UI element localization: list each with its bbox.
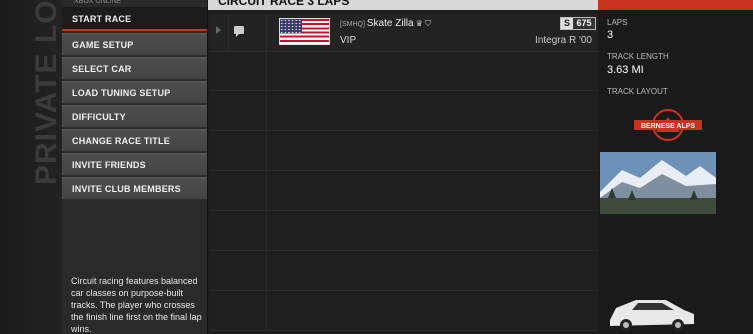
empty-slot	[210, 293, 598, 331]
player-list: [SMHQ] Skate Zilla ♛ ⛉ VIP S 675 Integra R…	[210, 14, 598, 334]
car-image	[610, 300, 694, 331]
lobby-menu: XBOX ONLINE START RACE GAME SETUP SELECT…	[62, 0, 208, 334]
club-tag: [SMHQ]	[340, 21, 365, 28]
chat-icon[interactable]	[234, 26, 244, 37]
track-photo	[600, 152, 716, 214]
empty-slot	[210, 53, 598, 91]
menu-game-setup[interactable]: GAME SETUP	[62, 33, 207, 55]
player-name: [SMHQ] Skate Zilla ♛ ⛉	[340, 18, 431, 29]
side-title-panel: PRIVATE LOBBY	[0, 0, 62, 334]
menu-invite-friends[interactable]: INVITE FRIENDS	[62, 153, 207, 175]
track-layout-label: TRACK LAYOUT	[607, 87, 668, 96]
track-length-label: TRACK LENGTH	[607, 52, 669, 61]
empty-slot	[210, 133, 598, 171]
breadcrumb: XBOX ONLINE	[74, 0, 122, 5]
menu-load-tuning-setup[interactable]: LOAD TUNING SETUP	[62, 81, 207, 103]
car-pi: 675	[573, 18, 595, 29]
car-class: S	[561, 18, 573, 29]
menu-difficulty[interactable]: DIFFICULTY	[62, 105, 207, 127]
empty-slot	[210, 213, 598, 251]
menu-change-race-title[interactable]: CHANGE RACE TITLE	[62, 129, 207, 151]
empty-slot	[210, 93, 598, 131]
empty-slot	[210, 173, 598, 211]
menu-start-race[interactable]: START RACE	[62, 7, 207, 31]
track-length-value: 3.63 MI	[607, 64, 644, 76]
menu-invite-club-members[interactable]: INVITE CLUB MEMBERS	[62, 177, 207, 199]
empty-slot	[210, 253, 598, 291]
crown-icon: ♛ ⛉	[415, 19, 431, 28]
laps-label: LAPS	[607, 18, 628, 27]
race-header: CIRCUIT RACE 3 LAPS	[208, 0, 598, 10]
mode-description: Circuit racing features balanced car cla…	[71, 276, 202, 334]
us-flag-icon	[279, 18, 330, 45]
gamertag: Skate Zilla	[366, 18, 414, 29]
track-logo-icon: BERNESE ALPS	[634, 109, 702, 141]
side-title: PRIVATE LOBBY	[30, 0, 62, 185]
track-logo-text: BERNESE ALPS	[641, 123, 696, 130]
pi-badge: S 675	[560, 17, 596, 30]
header-accent-bar	[598, 0, 753, 10]
expand-arrow-icon[interactable]	[216, 26, 221, 34]
race-title: CIRCUIT RACE 3 LAPS	[218, 0, 350, 8]
player-car: Integra R '00	[535, 35, 592, 46]
player-status: VIP	[340, 35, 357, 46]
track-info-panel: LAPS 3 TRACK LENGTH 3.63 MI TRACK LAYOUT…	[598, 10, 753, 334]
menu-select-car[interactable]: SELECT CAR	[62, 57, 207, 79]
player-row[interactable]: [SMHQ] Skate Zilla ♛ ⛉ VIP S 675 Integra R…	[210, 14, 598, 52]
laps-value: 3	[607, 29, 614, 41]
